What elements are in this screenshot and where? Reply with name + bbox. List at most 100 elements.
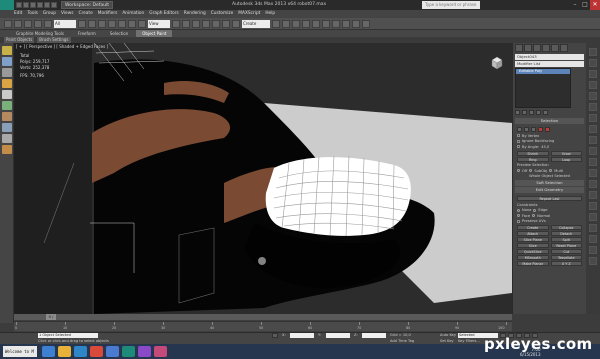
keyboard-shortcut-icon[interactable]: [192, 19, 200, 28]
constraint-edge-radio[interactable]: [533, 208, 537, 212]
named-selection-dropdown[interactable]: Create Selection Se: [242, 19, 270, 34]
minimize-button[interactable]: –: [570, 0, 580, 10]
menu-tools[interactable]: Tools: [27, 10, 38, 18]
angle-snap-icon[interactable]: [212, 19, 220, 28]
modifier-stack[interactable]: Editable Poly: [515, 68, 571, 108]
selection-rollout-header[interactable]: Selection: [515, 118, 584, 124]
app-icon[interactable]: [138, 346, 151, 357]
menu-create[interactable]: Create: [78, 10, 92, 18]
layer-icon[interactable]: [2, 57, 12, 66]
weld-icon[interactable]: [589, 202, 597, 210]
percent-snap-icon[interactable]: [222, 19, 230, 28]
schematic-view-icon[interactable]: [322, 19, 330, 28]
shape-icon[interactable]: [2, 145, 12, 154]
system-icon[interactable]: [2, 134, 12, 143]
tab-object-paint[interactable]: Object Paint: [136, 30, 173, 37]
spacewarp-icon[interactable]: [2, 123, 12, 132]
edge-level-icon[interactable]: [524, 127, 529, 132]
preview-subobj-radio[interactable]: [529, 169, 533, 173]
preview-multi-radio[interactable]: [549, 169, 553, 173]
material-editor-icon[interactable]: [332, 19, 340, 28]
ignore-backfacing-checkbox[interactable]: [517, 139, 520, 143]
pin-stack-icon[interactable]: [515, 110, 520, 115]
object-name-field[interactable]: Object043: [515, 54, 584, 60]
shrink-button[interactable]: Shrink: [517, 150, 549, 156]
time-slider-knob[interactable]: 0 / 100: [46, 314, 56, 325]
slice-plane-button[interactable]: Slice Plane: [517, 237, 549, 242]
container-icon[interactable]: [2, 46, 12, 55]
open-icon[interactable]: [23, 2, 29, 8]
explorer-icon[interactable]: [58, 346, 71, 357]
lock-icon[interactable]: [589, 81, 597, 89]
x-coord-field[interactable]: [290, 333, 314, 338]
redo-icon[interactable]: [44, 2, 50, 8]
menu-edit[interactable]: Edit: [14, 10, 22, 18]
align-icon[interactable]: [282, 19, 290, 28]
maxscript-listener-field[interactable]: Welcome to M: [3, 346, 37, 357]
menu-views[interactable]: Views: [61, 10, 73, 18]
hinge-icon[interactable]: [589, 246, 597, 254]
slice-button[interactable]: Slice: [517, 243, 549, 248]
soft-selection-rollout-header[interactable]: Soft Selection: [515, 180, 584, 186]
light-icon[interactable]: [2, 90, 12, 99]
render-icon[interactable]: [362, 19, 370, 28]
edge-tool-icon[interactable]: [589, 103, 597, 111]
menu-graph-editors[interactable]: Graph Editors: [149, 10, 179, 18]
tab-selection[interactable]: Selection: [104, 30, 134, 37]
flip-icon[interactable]: [589, 235, 597, 243]
mirror-icon[interactable]: [272, 19, 280, 28]
by-angle-checkbox[interactable]: [517, 145, 520, 149]
layer-manager-icon[interactable]: [292, 19, 300, 28]
motion-tab-icon[interactable]: [542, 44, 550, 52]
split-button[interactable]: Split: [550, 237, 582, 242]
rendered-frame-icon[interactable]: [352, 19, 360, 28]
show-end-result-icon[interactable]: [522, 110, 527, 115]
menu-modifiers[interactable]: Modifiers: [98, 10, 118, 18]
modifier-list-dropdown[interactable]: Modifier List: [515, 61, 584, 67]
start-orb-icon[interactable]: [42, 346, 55, 357]
border-level-icon[interactable]: [531, 127, 536, 132]
move-icon[interactable]: [118, 19, 126, 28]
menu-group[interactable]: Group: [43, 10, 56, 18]
unlink-icon[interactable]: [34, 19, 42, 28]
undo-icon[interactable]: [37, 2, 43, 8]
vertex-tool-icon[interactable]: [589, 92, 597, 100]
window-crossing-icon[interactable]: [108, 19, 116, 28]
select-by-name-icon[interactable]: [88, 19, 96, 28]
pin-icon[interactable]: [589, 59, 597, 67]
preserve-uvs-checkbox[interactable]: [517, 219, 520, 223]
y-coord-field[interactable]: [326, 333, 350, 338]
by-angle-value[interactable]: 45,0: [541, 145, 549, 149]
selection-filter-dropdown[interactable]: All: [54, 19, 76, 28]
make-planar-button[interactable]: Make Planar: [517, 261, 549, 266]
reset-plane-button[interactable]: Reset Plane: [550, 243, 582, 248]
3dsmax-taskbar-icon[interactable]: [122, 346, 135, 357]
edit-geometry-rollout-header[interactable]: Edit Geometry: [515, 187, 584, 193]
polygon-level-icon[interactable]: [538, 127, 543, 132]
reference-coord-dropdown[interactable]: View: [148, 19, 170, 28]
remove-modifier-icon[interactable]: [536, 110, 541, 115]
maximize-button[interactable]: □: [580, 0, 590, 10]
create-button[interactable]: Create: [517, 225, 549, 230]
utilities-tab-icon[interactable]: [560, 44, 568, 52]
undo-icon[interactable]: [4, 19, 12, 28]
ring-button[interactable]: Ring: [517, 156, 549, 162]
viewcube-icon[interactable]: [489, 55, 505, 71]
render-setup-icon[interactable]: [342, 19, 350, 28]
extrude-icon[interactable]: [589, 158, 597, 166]
connect-icon[interactable]: [589, 191, 597, 199]
tessellate-button[interactable]: Tessellate: [550, 255, 582, 260]
rect-region-icon[interactable]: [98, 19, 106, 28]
workspace-dropdown[interactable]: Workspace: Default: [61, 1, 113, 9]
msmooth-button[interactable]: MSmooth: [517, 255, 549, 260]
menu-maxscript[interactable]: MAXScript: [238, 10, 260, 18]
configure-sets-icon[interactable]: [543, 110, 548, 115]
create-tab-icon[interactable]: [515, 44, 523, 52]
tab-graphite-modeling[interactable]: Graphite Modeling Tools: [10, 30, 70, 37]
ie-icon[interactable]: [74, 346, 87, 357]
z-coord-field[interactable]: [362, 333, 386, 338]
spinner-snap-icon[interactable]: [232, 19, 240, 28]
polygon-tool-icon[interactable]: [589, 114, 597, 122]
smooth-icon[interactable]: [589, 147, 597, 155]
bevel-icon[interactable]: [589, 169, 597, 177]
